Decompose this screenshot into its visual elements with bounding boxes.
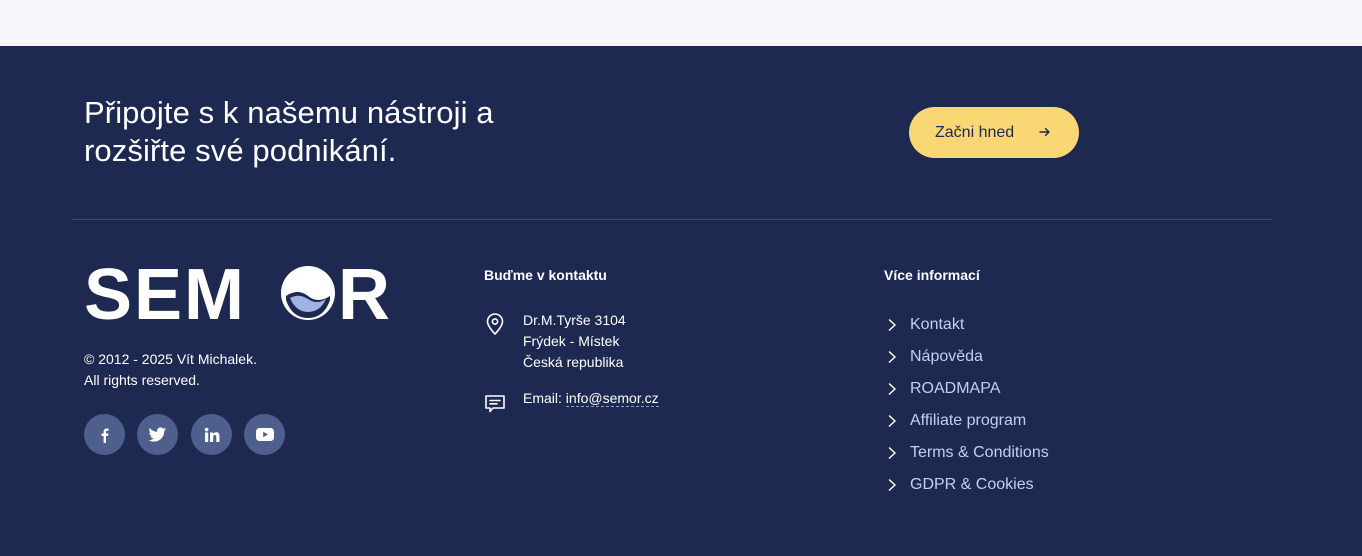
link-terms-conditions[interactable]: Terms & Conditions (884, 437, 1049, 469)
start-now-button[interactable]: Začni hned (909, 107, 1079, 158)
address-street: Dr.M.Tyrše 3104 (523, 312, 626, 328)
message-icon (485, 395, 505, 413)
address-country: Česká republika (523, 354, 624, 370)
chevron-right-icon (888, 350, 897, 364)
twitter-icon (149, 427, 166, 442)
chevron-right-icon (888, 478, 897, 492)
link-label: Affiliate program (910, 412, 1027, 429)
contact-heading: Buďme v kontaktu (484, 267, 607, 283)
link-roadmapa[interactable]: ROADMAPA (884, 373, 1049, 405)
link-kontakt[interactable]: Kontakt (884, 309, 1049, 341)
link-label: Kontakt (910, 316, 965, 333)
link-affiliate-program[interactable]: Affiliate program (884, 405, 1049, 437)
link-label: ROADMAPA (910, 380, 1001, 397)
copyright-line2: All rights reserved. (84, 372, 200, 388)
page-top-strip (0, 0, 1362, 46)
svg-text:R: R (338, 262, 390, 326)
chevron-right-icon (888, 414, 897, 428)
cta-heading-line1: Připojte s k našemu nástroji a (84, 95, 494, 130)
facebook-icon (101, 428, 109, 443)
link-label: GDPR & Cookies (910, 476, 1034, 493)
cta-heading-line2: rozšiřte své podnikání. (84, 133, 397, 168)
youtube-icon (255, 428, 274, 441)
chevron-right-icon (888, 382, 897, 396)
chevron-right-icon (888, 446, 897, 460)
link-label: Terms & Conditions (910, 444, 1049, 461)
cta-heading: Připojte s k našemu nástroji a rozšiřte … (84, 94, 604, 170)
link-gdpr-cookies[interactable]: GDPR & Cookies (884, 469, 1049, 501)
twitter-button[interactable] (137, 414, 178, 455)
arrow-right-icon (1039, 127, 1050, 137)
start-now-button-label: Začni hned (935, 123, 1015, 141)
email-link[interactable]: info@semor.cz (565, 390, 659, 407)
linkedin-button[interactable] (191, 414, 232, 455)
chevron-right-icon (888, 318, 897, 332)
linkedin-icon (204, 427, 219, 442)
address-city: Frýdek - Místek (523, 333, 620, 349)
footer: Připojte s k našemu nástroji a rozšiřte … (0, 46, 1362, 556)
link-napoveda[interactable]: Nápověda (884, 341, 1049, 373)
svg-text:SEM: SEM (84, 262, 246, 326)
contact-email: Email: info@semor.cz (523, 390, 659, 407)
contact-address: Dr.M.Tyrše 3104 Frýdek - Místek Česká re… (523, 310, 626, 373)
youtube-button[interactable] (244, 414, 285, 455)
info-links: Kontakt Nápověda ROADMAPA Affiliate prog… (884, 309, 1049, 501)
location-pin-icon (486, 313, 504, 336)
copyright: © 2012 - 2025 Vít Michalek. All rights r… (84, 349, 257, 391)
semor-logo[interactable]: SEM R (84, 262, 396, 326)
footer-divider (72, 219, 1272, 220)
facebook-button[interactable] (84, 414, 125, 455)
email-label: Email: (523, 390, 566, 406)
copyright-line1: © 2012 - 2025 Vít Michalek. (84, 351, 257, 367)
link-label: Nápověda (910, 348, 983, 365)
info-heading: Více informací (884, 267, 980, 283)
